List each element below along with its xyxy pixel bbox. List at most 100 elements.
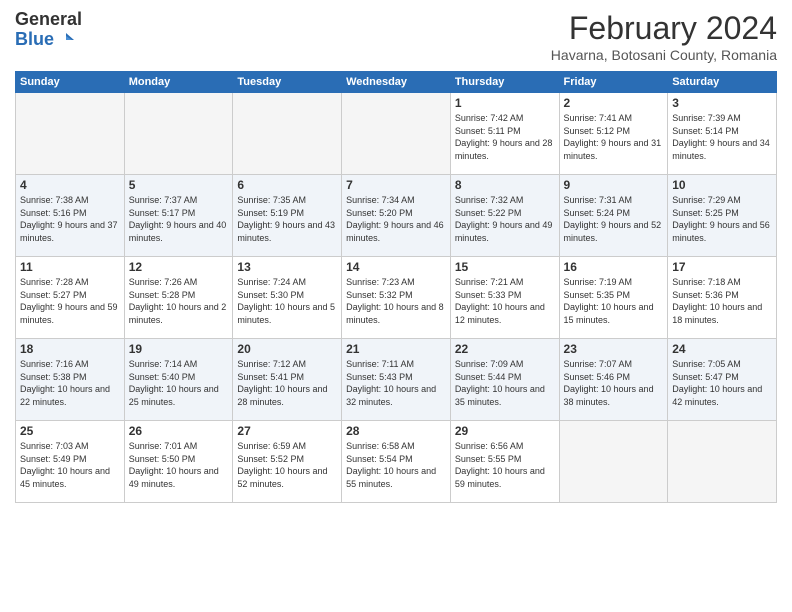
calendar-page: General Blue February 2024 Havarna, Boto… (0, 0, 792, 612)
day-info: Sunrise: 7:05 AM Sunset: 5:47 PM Dayligh… (672, 358, 772, 408)
day-info: Sunrise: 7:16 AM Sunset: 5:38 PM Dayligh… (20, 358, 120, 408)
day-number: 10 (672, 178, 772, 192)
day-info: Sunrise: 7:09 AM Sunset: 5:44 PM Dayligh… (455, 358, 555, 408)
day-info: Sunrise: 7:14 AM Sunset: 5:40 PM Dayligh… (129, 358, 229, 408)
logo-bird-icon (56, 31, 74, 49)
day-info: Sunrise: 7:19 AM Sunset: 5:35 PM Dayligh… (564, 276, 664, 326)
calendar-cell: 26 Sunrise: 7:01 AM Sunset: 5:50 PM Dayli… (124, 421, 233, 503)
day-number: 2 (564, 96, 664, 110)
calendar-cell: 18 Sunrise: 7:16 AM Sunset: 5:38 PM Dayli… (16, 339, 125, 421)
day-info: Sunrise: 7:12 AM Sunset: 5:41 PM Dayligh… (237, 358, 337, 408)
day-number: 22 (455, 342, 555, 356)
calendar-cell: 9 Sunrise: 7:31 AM Sunset: 5:24 PM Daylig… (559, 175, 668, 257)
title-section: February 2024 Havarna, Botosani County, … (551, 10, 777, 63)
day-number: 1 (455, 96, 555, 110)
day-number: 15 (455, 260, 555, 274)
day-number: 27 (237, 424, 337, 438)
calendar-cell: 4 Sunrise: 7:38 AM Sunset: 5:16 PM Daylig… (16, 175, 125, 257)
day-info: Sunrise: 7:18 AM Sunset: 5:36 PM Dayligh… (672, 276, 772, 326)
day-info: Sunrise: 7:34 AM Sunset: 5:20 PM Dayligh… (346, 194, 446, 244)
col-wednesday: Wednesday (342, 72, 451, 93)
col-monday: Monday (124, 72, 233, 93)
calendar-cell: 2Sunrise: 7:41 AM Sunset: 5:12 PM Daylig… (559, 93, 668, 175)
calendar-cell: 24Sunrise: 7:05 AM Sunset: 5:47 PM Dayli… (668, 339, 777, 421)
calendar-cell: 21Sunrise: 7:11 AM Sunset: 5:43 PM Dayli… (342, 339, 451, 421)
day-number: 8 (455, 178, 555, 192)
calendar-cell (16, 93, 125, 175)
month-year: February 2024 (551, 10, 777, 47)
calendar-cell: 13Sunrise: 7:24 AM Sunset: 5:30 PM Dayli… (233, 257, 342, 339)
calendar-cell: 8 Sunrise: 7:32 AM Sunset: 5:22 PM Daylig… (450, 175, 559, 257)
day-info: Sunrise: 7:26 AM Sunset: 5:28 PM Dayligh… (129, 276, 229, 326)
col-sunday: Sunday (16, 72, 125, 93)
calendar-cell: 6 Sunrise: 7:35 AM Sunset: 5:19 PM Daylig… (233, 175, 342, 257)
day-info: Sunrise: 7:35 AM Sunset: 5:19 PM Dayligh… (237, 194, 337, 244)
day-info: Sunrise: 7:32 AM Sunset: 5:22 PM Dayligh… (455, 194, 555, 244)
week-row: 25 Sunrise: 7:03 AM Sunset: 5:49 PM Dayli… (16, 421, 777, 503)
day-info: Sunrise: 6:58 AM Sunset: 5:54 PM Dayligh… (346, 440, 446, 490)
day-number: 23 (564, 342, 664, 356)
week-row: 11Sunrise: 7:28 AM Sunset: 5:27 PM Dayli… (16, 257, 777, 339)
day-number: 14 (346, 260, 446, 274)
day-info: Sunrise: 7:23 AM Sunset: 5:32 PM Dayligh… (346, 276, 446, 326)
calendar-cell: 29 Sunrise: 6:56 AM Sunset: 5:55 PM Dayli… (450, 421, 559, 503)
week-row: 4 Sunrise: 7:38 AM Sunset: 5:16 PM Daylig… (16, 175, 777, 257)
week-row: 18 Sunrise: 7:16 AM Sunset: 5:38 PM Dayli… (16, 339, 777, 421)
day-info: Sunrise: 6:56 AM Sunset: 5:55 PM Dayligh… (455, 440, 555, 490)
day-info: Sunrise: 7:29 AM Sunset: 5:25 PM Dayligh… (672, 194, 772, 244)
calendar-table: Sunday Monday Tuesday Wednesday Thursday… (15, 71, 777, 503)
day-info: Sunrise: 7:11 AM Sunset: 5:43 PM Dayligh… (346, 358, 446, 408)
calendar-cell: 28 Sunrise: 6:58 AM Sunset: 5:54 PM Dayli… (342, 421, 451, 503)
logo-text: General Blue (15, 10, 82, 50)
week-row: 1 Sunrise: 7:42 AM Sunset: 5:11 PM Daylig… (16, 93, 777, 175)
day-number: 4 (20, 178, 120, 192)
day-info: Sunrise: 7:03 AM Sunset: 5:49 PM Dayligh… (20, 440, 120, 490)
header-row: Sunday Monday Tuesday Wednesday Thursday… (16, 72, 777, 93)
calendar-cell: 22 Sunrise: 7:09 AM Sunset: 5:44 PM Dayli… (450, 339, 559, 421)
calendar-cell: 10 Sunrise: 7:29 AM Sunset: 5:25 PM Dayli… (668, 175, 777, 257)
day-info: Sunrise: 7:42 AM Sunset: 5:11 PM Dayligh… (455, 112, 555, 162)
day-info: Sunrise: 7:07 AM Sunset: 5:46 PM Dayligh… (564, 358, 664, 408)
day-info: Sunrise: 7:21 AM Sunset: 5:33 PM Dayligh… (455, 276, 555, 326)
day-number: 19 (129, 342, 229, 356)
calendar-cell: 12Sunrise: 7:26 AM Sunset: 5:28 PM Dayli… (124, 257, 233, 339)
col-thursday: Thursday (450, 72, 559, 93)
calendar-cell: 16 Sunrise: 7:19 AM Sunset: 5:35 PM Dayli… (559, 257, 668, 339)
day-number: 5 (129, 178, 229, 192)
calendar-cell (342, 93, 451, 175)
day-number: 18 (20, 342, 120, 356)
calendar-cell: 11Sunrise: 7:28 AM Sunset: 5:27 PM Dayli… (16, 257, 125, 339)
calendar-cell: 19 Sunrise: 7:14 AM Sunset: 5:40 PM Dayli… (124, 339, 233, 421)
calendar-cell (124, 93, 233, 175)
day-info: Sunrise: 7:39 AM Sunset: 5:14 PM Dayligh… (672, 112, 772, 162)
calendar-cell: 25 Sunrise: 7:03 AM Sunset: 5:49 PM Dayli… (16, 421, 125, 503)
day-number: 9 (564, 178, 664, 192)
day-number: 28 (346, 424, 446, 438)
col-friday: Friday (559, 72, 668, 93)
calendar-cell: 1 Sunrise: 7:42 AM Sunset: 5:11 PM Daylig… (450, 93, 559, 175)
day-number: 25 (20, 424, 120, 438)
logo: General Blue (15, 10, 82, 50)
calendar-cell: 14 Sunrise: 7:23 AM Sunset: 5:32 PM Dayli… (342, 257, 451, 339)
day-number: 26 (129, 424, 229, 438)
calendar-cell: 15 Sunrise: 7:21 AM Sunset: 5:33 PM Dayli… (450, 257, 559, 339)
day-number: 6 (237, 178, 337, 192)
day-number: 16 (564, 260, 664, 274)
calendar-cell: 3 Sunrise: 7:39 AM Sunset: 5:14 PM Daylig… (668, 93, 777, 175)
day-number: 29 (455, 424, 555, 438)
day-info: Sunrise: 7:31 AM Sunset: 5:24 PM Dayligh… (564, 194, 664, 244)
calendar-cell: 17Sunrise: 7:18 AM Sunset: 5:36 PM Dayli… (668, 257, 777, 339)
calendar-cell (559, 421, 668, 503)
header: General Blue February 2024 Havarna, Boto… (15, 10, 777, 63)
calendar-cell: 23 Sunrise: 7:07 AM Sunset: 5:46 PM Dayli… (559, 339, 668, 421)
day-number: 3 (672, 96, 772, 110)
col-tuesday: Tuesday (233, 72, 342, 93)
day-info: Sunrise: 7:37 AM Sunset: 5:17 PM Dayligh… (129, 194, 229, 244)
day-info: Sunrise: 7:38 AM Sunset: 5:16 PM Dayligh… (20, 194, 120, 244)
day-info: Sunrise: 7:28 AM Sunset: 5:27 PM Dayligh… (20, 276, 120, 326)
day-info: Sunrise: 7:01 AM Sunset: 5:50 PM Dayligh… (129, 440, 229, 490)
location: Havarna, Botosani County, Romania (551, 47, 777, 63)
day-number: 20 (237, 342, 337, 356)
calendar-cell: 7Sunrise: 7:34 AM Sunset: 5:20 PM Daylig… (342, 175, 451, 257)
calendar-cell: 20 Sunrise: 7:12 AM Sunset: 5:41 PM Dayli… (233, 339, 342, 421)
